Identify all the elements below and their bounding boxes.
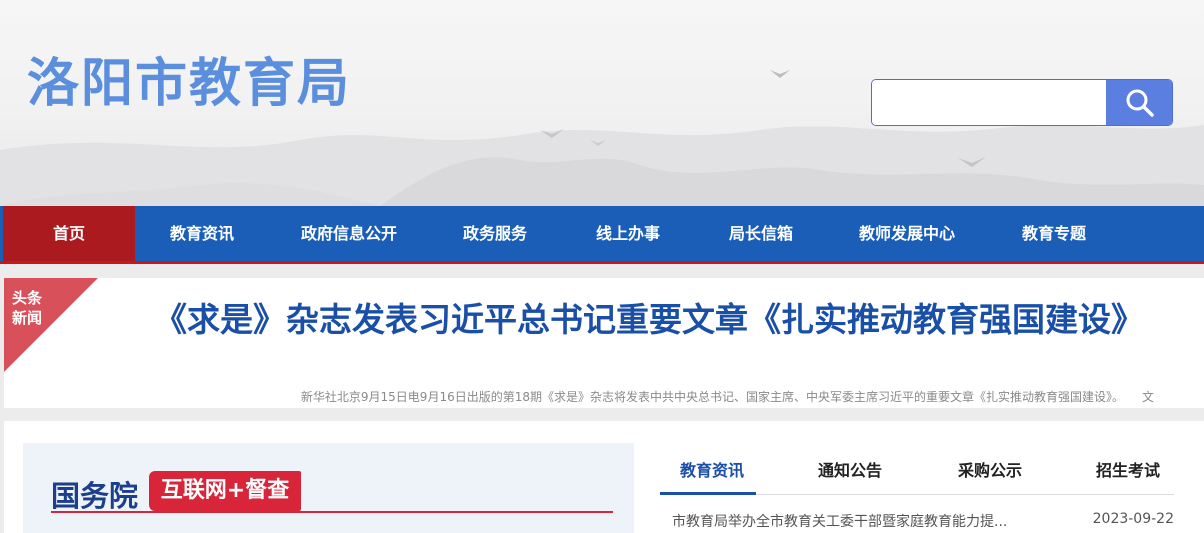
active-tab-indicator (660, 492, 756, 495)
nav-item-director-mailbox[interactable]: 局长信箱 (695, 206, 827, 261)
search-button[interactable] (1106, 80, 1172, 125)
search-input[interactable] (872, 80, 1106, 125)
nav-item-home[interactable]: 首页 (3, 206, 135, 261)
news-title[interactable]: 市教育局举办全市教育关工委干部暨家庭教育能力提... (672, 511, 1007, 531)
news-date: 2023-09-22 (1092, 511, 1174, 527)
headline-title[interactable]: 《求是》杂志发表习近平总书记重要文章《扎实推动教育强国建设》 (154, 300, 1144, 340)
search-bar (871, 79, 1173, 126)
headline-summary[interactable]: 新华社北京9月15日电9月16日出版的第18期《求是》杂志将发表中共中央总书记、… (4, 388, 1154, 405)
banner-tag: 互联网+督查 (149, 471, 301, 511)
nav-item-education-topics[interactable]: 教育专题 (987, 206, 1121, 261)
search-icon (1126, 89, 1154, 117)
news-tabs: 教育资讯 通知公告 采购公示 招生考试 (660, 443, 1174, 495)
nav-item-education-news[interactable]: 教育资讯 (135, 206, 269, 261)
headline-badge-label: 头条新闻 (12, 289, 43, 327)
banner-divider (51, 511, 613, 513)
nav-item-teacher-center[interactable]: 教师发展中心 (827, 206, 987, 261)
tab-notices[interactable]: 通知公告 (818, 457, 882, 481)
headline-section: 头条新闻 《求是》杂志发表习近平总书记重要文章《扎实推动教育强国建设》 新华社北… (4, 278, 1204, 408)
tab-admissions[interactable]: 招生考试 (1096, 457, 1160, 481)
nav-item-gov-services[interactable]: 政务服务 (429, 206, 561, 261)
list-item: 市教育局举办全市教育关工委干部暨家庭教育能力提... 2023-09-22 (672, 511, 1174, 531)
tab-procurement[interactable]: 采购公示 (958, 457, 1022, 481)
nav-item-online-services[interactable]: 线上办事 (561, 206, 695, 261)
site-header: 洛阳市教育局 (0, 0, 1204, 206)
content-section: 国务院 互联网+督查 教育资讯 通知公告 采购公示 招生考试 市教育局举办全市教… (4, 421, 1204, 533)
main-nav: 首页 教育资讯 政府信息公开 政务服务 线上办事 局长信箱 教师发展中心 教育专… (0, 206, 1204, 264)
nav-item-gov-info[interactable]: 政府信息公开 (269, 206, 429, 261)
tab-education-news[interactable]: 教育资讯 (680, 457, 744, 481)
supervision-banner[interactable]: 国务院 互联网+督查 (23, 443, 634, 533)
site-title[interactable]: 洛阳市教育局 (27, 58, 351, 110)
banner-org-label: 国务院 (51, 479, 139, 513)
